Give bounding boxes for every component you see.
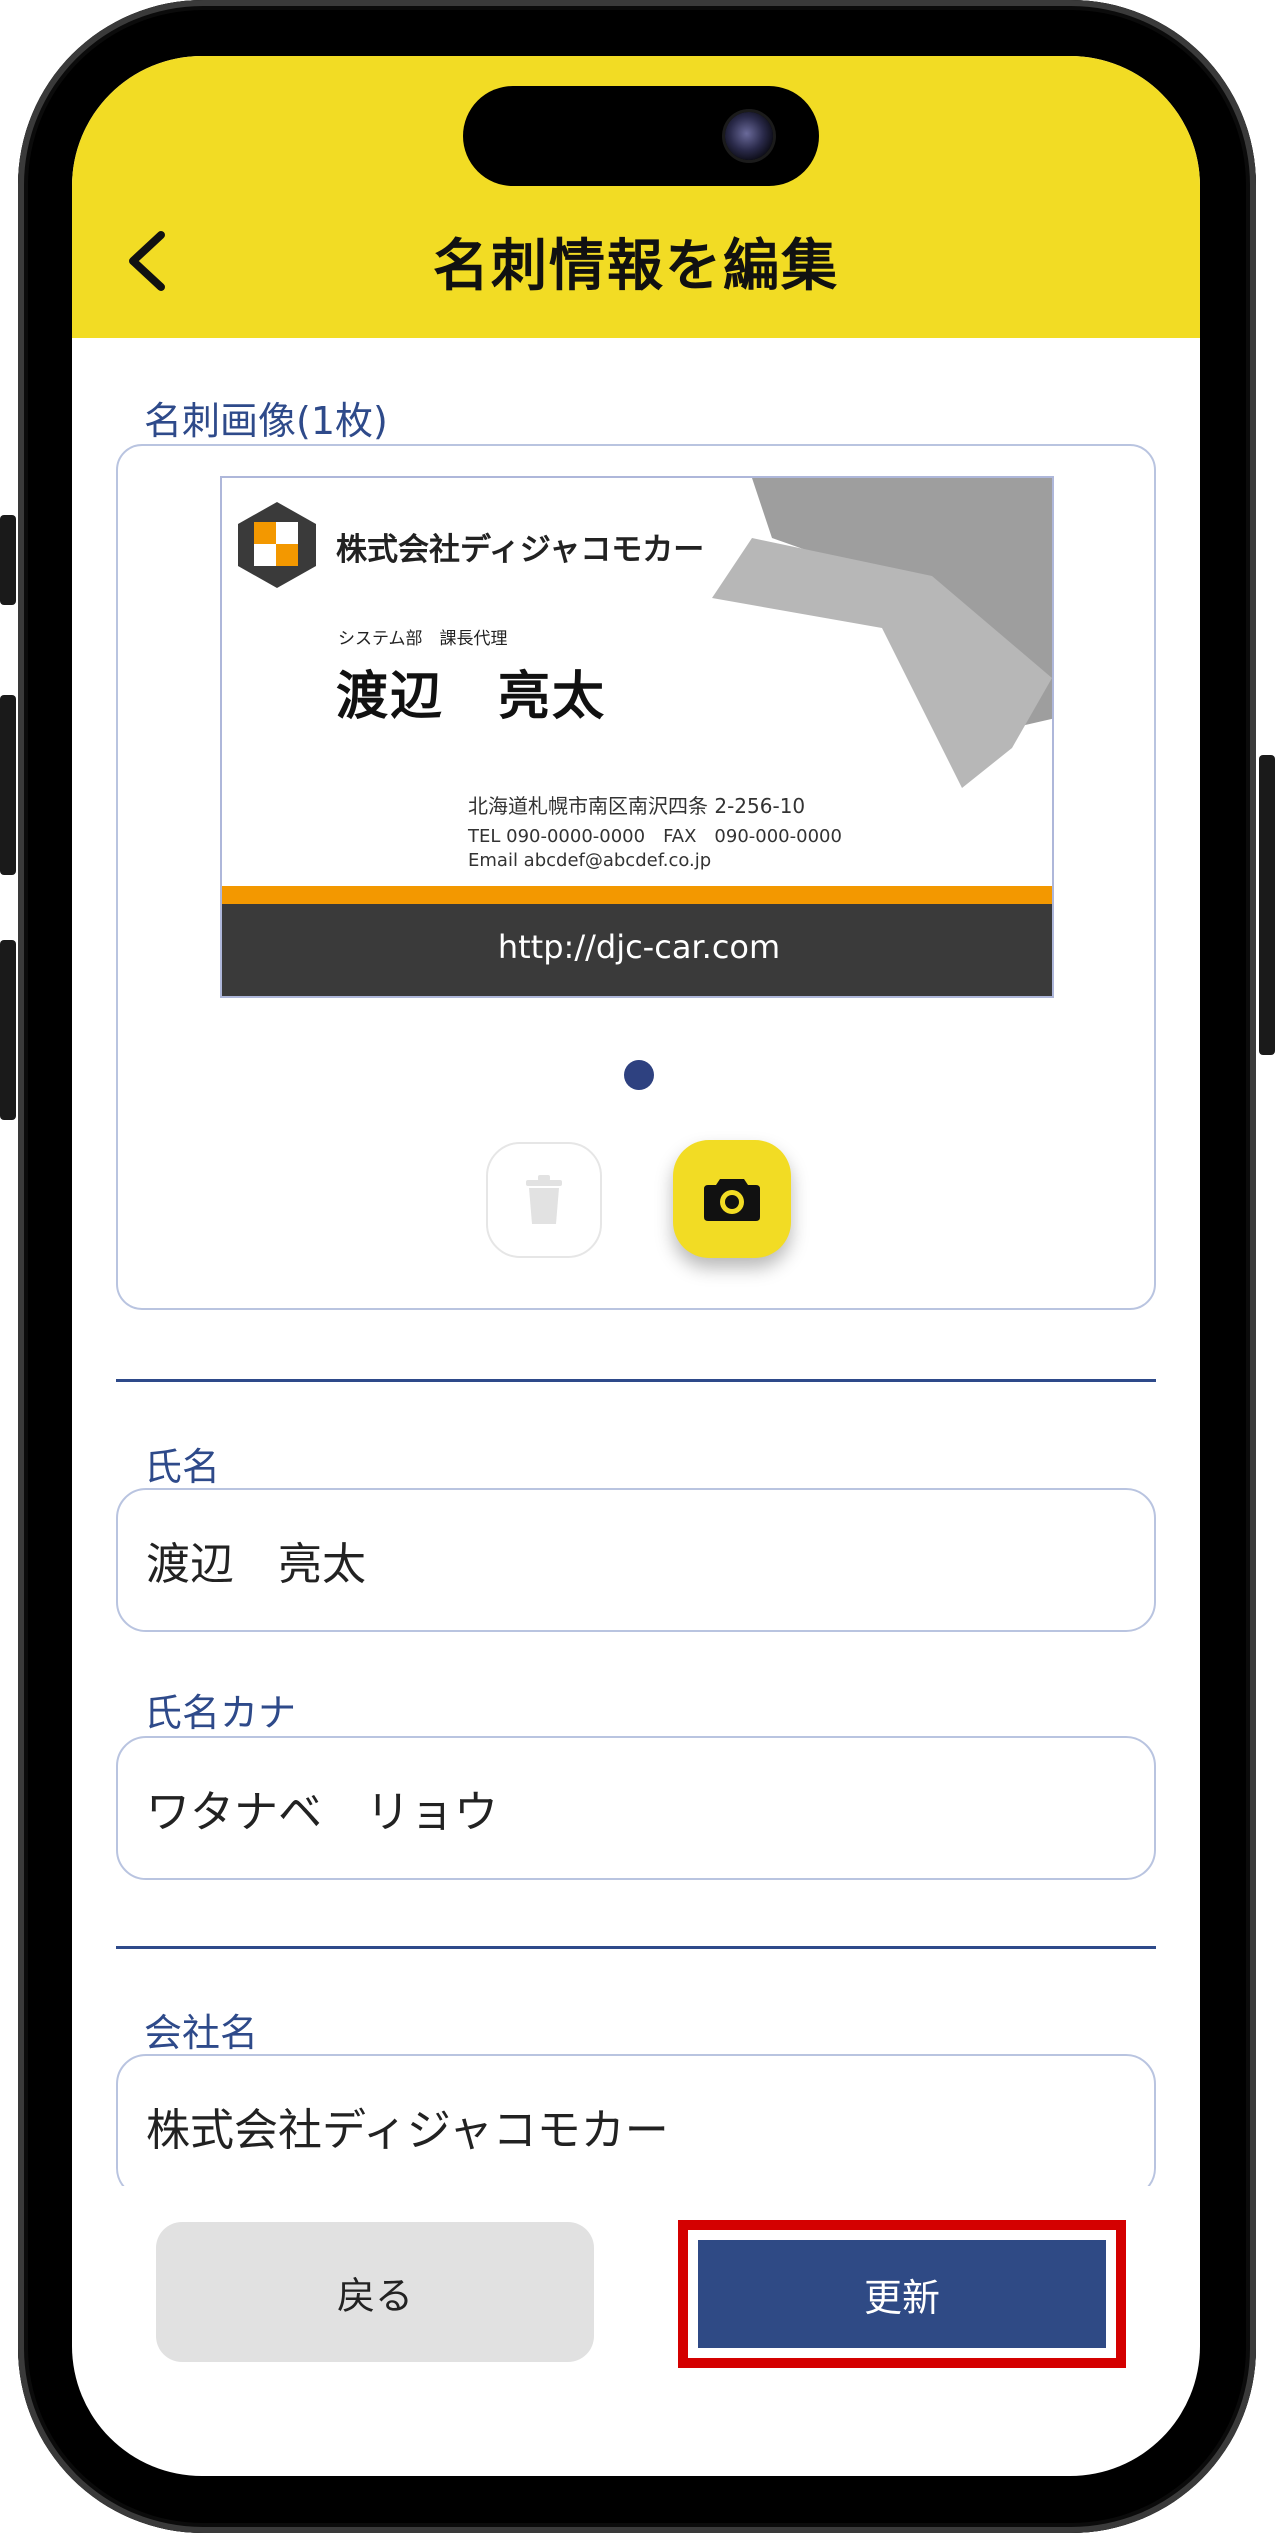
card-image-label: 名刺画像(1枚): [144, 399, 388, 443]
name-field[interactable]: 渡辺 亮太: [116, 1488, 1156, 1632]
trash-icon: [526, 1175, 562, 1224]
side-button-volume-up: [0, 695, 16, 875]
company-field-clip: 株式会社ディジャコモカー: [72, 2046, 1200, 2186]
section-divider: [116, 1946, 1156, 1949]
company-field[interactable]: 株式会社ディジャコモカー: [116, 2054, 1156, 2186]
card-image-box: 株式会社ディジャコモカー システム部 課長代理 渡辺 亮太 北海道札幌市南区南沢…: [116, 444, 1156, 1310]
side-button-silent: [0, 515, 16, 605]
name-label: 氏名: [144, 1445, 221, 1489]
card-address: 北海道札幌市南区南沢四条 2-256-10: [468, 794, 806, 818]
card-url: http://djc-car.com: [497, 928, 781, 966]
card-name: 渡辺 亮太: [336, 667, 607, 727]
back-button[interactable]: 戻る: [156, 2222, 594, 2362]
front-camera: [725, 112, 773, 160]
card-phone-fax: TEL 090-0000-0000 FAX 090-000-0000: [468, 826, 842, 847]
delete-image-button[interactable]: [486, 1142, 602, 1258]
card-position: システム部 課長代理: [338, 629, 508, 649]
app-header: 名刺情報を編集: [72, 56, 1200, 338]
camera-icon: [704, 1179, 760, 1221]
update-button-highlight: 更新: [678, 2220, 1126, 2368]
kana-field[interactable]: ワタナベ リョウ: [116, 1736, 1156, 1880]
kana-label: 氏名カナ: [144, 1691, 297, 1735]
carousel-indicator-dot[interactable]: [624, 1060, 654, 1090]
card-company: 株式会社ディジャコモカー: [336, 532, 705, 568]
card-email: Email abcdef@abcdef.co.jp: [468, 850, 712, 871]
page-title: 名刺情報を編集: [433, 234, 839, 299]
business-card-image[interactable]: 株式会社ディジャコモカー システム部 課長代理 渡辺 亮太 北海道札幌市南区南沢…: [220, 476, 1054, 998]
phone-screen: 名刺情報を編集 名刺画像(1枚) 株式会社ディジャコモカー システム部 課長代理: [72, 56, 1200, 2476]
section-divider: [116, 1379, 1156, 1382]
update-button[interactable]: 更新: [698, 2240, 1106, 2348]
company-logo-icon: [238, 502, 316, 588]
camera-button[interactable]: [673, 1140, 791, 1258]
side-button-volume-down: [0, 940, 16, 1120]
dynamic-island: [463, 86, 819, 186]
side-button-power: [1259, 755, 1275, 1055]
